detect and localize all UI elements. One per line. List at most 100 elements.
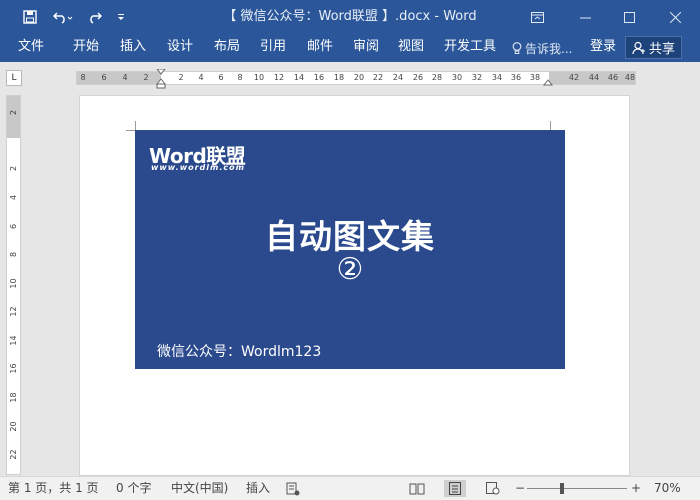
first-line-indent-marker[interactable] [156,69,166,89]
tell-me-label: 告诉我... [525,41,573,56]
banner-image[interactable]: Word联盟 www.wordlm.com 自动图文集 ② 微信公众号：Word… [135,130,565,369]
tab-review[interactable]: 审阅 [353,34,379,62]
undo-button[interactable] [50,6,76,28]
zoom-in-button[interactable]: + [631,477,641,500]
maximize-icon [623,11,635,23]
ruler-tick: 14 [293,73,305,82]
ruler-tick: 22 [372,73,384,82]
page-count[interactable]: 第 1 页，共 1 页 [8,477,99,500]
zoom-slider[interactable] [527,488,627,489]
ruler-tick: 14 [9,335,18,346]
tab-selector[interactable]: L [6,70,22,86]
minimize-icon [579,17,591,18]
ruler-tick: 4 [122,73,128,82]
save-button[interactable] [20,6,40,28]
brand-url: www.wordlm.com [151,163,245,172]
close-icon [669,11,681,23]
ruler-tick: 2 [143,73,149,82]
web-layout-icon [486,482,500,495]
ruler-tick: 26 [412,73,424,82]
read-mode-button[interactable] [406,480,428,497]
ruler-tick: 36 [510,73,522,82]
tab-developer[interactable]: 开发工具 [444,34,496,62]
login-button[interactable]: 登录 [590,34,616,62]
person-icon [632,41,645,54]
page-icon [449,482,461,495]
ribbon-tabs: 文件 开始 插入 设计 布局 引用 邮件 审阅 视图 开发工具 告诉我... 登… [0,34,700,62]
tab-references[interactable]: 引用 [260,34,286,62]
ruler-tick: 12 [9,306,18,317]
ruler-tick: 24 [392,73,404,82]
ruler-tick: 46 [607,73,619,82]
ruler-tick: 18 [9,392,18,403]
redo-icon [90,12,102,24]
zoom-slider-thumb[interactable] [560,483,564,494]
tab-insert[interactable]: 插入 [120,34,146,62]
ruler-tick: 4 [9,194,18,201]
ribbon-display-button[interactable] [514,0,560,34]
ruler-tick: 8 [80,73,86,82]
ruler-tick: 30 [451,73,463,82]
tell-me-box[interactable]: 告诉我... [512,34,572,62]
ruler-tick: 12 [273,73,285,82]
save-icon [23,10,37,24]
horizontal-ruler[interactable]: 8 6 4 2 2 4 6 8 10 12 14 16 18 20 22 24 … [76,69,636,89]
share-button[interactable]: 共享 [625,36,682,59]
zoom-out-button[interactable]: − [515,477,525,500]
status-bar: 第 1 页，共 1 页 0 个字 中文(中国) 插入 − + 70% [0,476,700,500]
share-label: 共享 [648,42,675,57]
lightbulb-icon [512,41,522,54]
web-layout-button[interactable] [482,480,504,497]
undo-icon [53,12,73,24]
customize-quick-access-button[interactable] [113,6,129,28]
ruler-tick: 6 [101,73,107,82]
tab-design[interactable]: 设计 [167,34,193,62]
language-indicator[interactable]: 中文(中国) [171,477,228,500]
ruler-tick: 16 [9,363,18,374]
tab-view[interactable]: 视图 [398,34,424,62]
macro-icon [286,482,300,496]
ruler-tick: 6 [218,73,224,82]
ruler-tick: 2 [9,165,18,172]
customize-icon [118,14,124,20]
minimize-button[interactable] [562,0,608,34]
ruler-tick: 48 [624,73,636,82]
book-icon [409,483,425,494]
banner-title: 自动图文集 [265,217,435,256]
ruler-tick: 4 [198,73,204,82]
word-count[interactable]: 0 个字 [116,477,151,500]
ruler-tick: 28 [431,73,443,82]
close-button[interactable] [652,0,698,34]
ruler-tick: 6 [9,223,18,230]
macro-recording-button[interactable] [286,481,300,497]
banner-footer: 微信公众号：Wordlm123 [157,344,322,360]
ruler-tick: 32 [471,73,483,82]
print-layout-button[interactable] [444,480,466,497]
tab-layout[interactable]: 布局 [214,34,240,62]
ruler-tick: 34 [491,73,503,82]
maximize-button[interactable] [606,0,652,34]
ruler-tick: 38 [529,73,541,82]
ruler-tick: 22 [9,449,18,460]
ruler-tick: 8 [9,251,18,258]
zoom-level[interactable]: 70% [654,477,681,500]
right-indent-marker[interactable] [543,78,553,86]
vertical-ruler[interactable]: 2 2 4 6 8 10 12 14 16 18 20 22 [6,95,21,475]
ruler-tick: 10 [9,278,18,289]
banner-number: ② [336,252,364,287]
ruler-tick: 44 [588,73,600,82]
redo-button[interactable] [84,6,104,28]
ruler-tick: 42 [568,73,580,82]
title-bar: 【 微信公众号：Word联盟 】.docx - Word [0,0,700,34]
insert-mode[interactable]: 插入 [246,477,270,500]
ruler-tick: 10 [253,73,265,82]
ruler-tick: 20 [9,421,18,432]
tab-mailings[interactable]: 邮件 [307,34,333,62]
ruler-tick: 2 [178,73,184,82]
ruler-tick: 2 [9,109,18,116]
ruler-tick: 8 [237,73,243,82]
tab-file[interactable]: 文件 [18,34,44,62]
tab-home[interactable]: 开始 [73,34,99,62]
ribbon-display-icon [530,11,544,23]
ruler-tick: 16 [313,73,325,82]
